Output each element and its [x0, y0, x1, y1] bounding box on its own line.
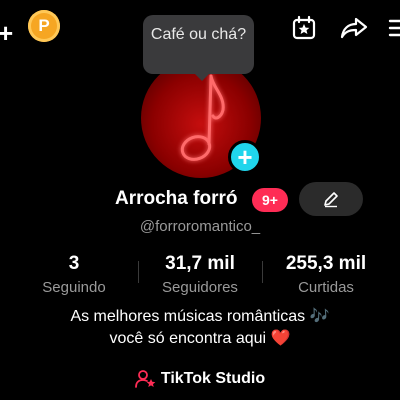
stat-likes[interactable]: 255,3 mil Curtidas: [270, 253, 382, 298]
tooltip: Café ou chá?: [143, 15, 254, 74]
stat-value: 3: [68, 253, 80, 274]
tiktok-studio-link[interactable]: TikTok Studio: [0, 369, 400, 394]
stat-value: 255,3 mil: [285, 253, 367, 274]
stat-label: Seguidores: [162, 279, 238, 296]
bio-line: As melhores músicas românticas 🎶: [70, 308, 330, 325]
share-arrow-icon[interactable]: [338, 12, 370, 44]
stat-value: 31,7 mil: [165, 253, 235, 274]
tooltip-text: Café ou chá?: [150, 26, 247, 43]
coin-badge[interactable]: P: [28, 10, 60, 42]
edit-profile-button[interactable]: [299, 182, 363, 216]
bio-line: você só encontra aqui ❤️: [109, 330, 291, 347]
divider: [262, 261, 263, 283]
display-name: Arrocha forró: [115, 188, 238, 209]
username: @forroromantico_: [139, 218, 261, 235]
add-icon[interactable]: +: [0, 20, 13, 46]
stat-following[interactable]: 3 Seguindo: [22, 253, 126, 298]
stat-label: Curtidas: [298, 279, 354, 296]
stat-label: Seguindo: [42, 279, 106, 296]
person-star-icon: [134, 370, 156, 388]
calendar-star-icon[interactable]: [288, 12, 320, 44]
pencil-icon: [324, 192, 338, 208]
plus-icon: +: [237, 142, 253, 172]
divider: [138, 261, 139, 283]
hamburger-menu-icon[interactable]: [384, 12, 400, 44]
tooltip-tail: [193, 72, 211, 81]
notification-badge: 9+: [252, 188, 288, 212]
notification-count: 9+: [262, 192, 278, 208]
stat-followers[interactable]: 31,7 mil Seguidores: [146, 253, 254, 298]
coin-label: P: [38, 16, 50, 35]
add-photo-button[interactable]: +: [228, 140, 262, 174]
studio-label: TikTok Studio: [160, 370, 266, 387]
bio: As melhores músicas românticas 🎶 você só…: [0, 306, 400, 350]
